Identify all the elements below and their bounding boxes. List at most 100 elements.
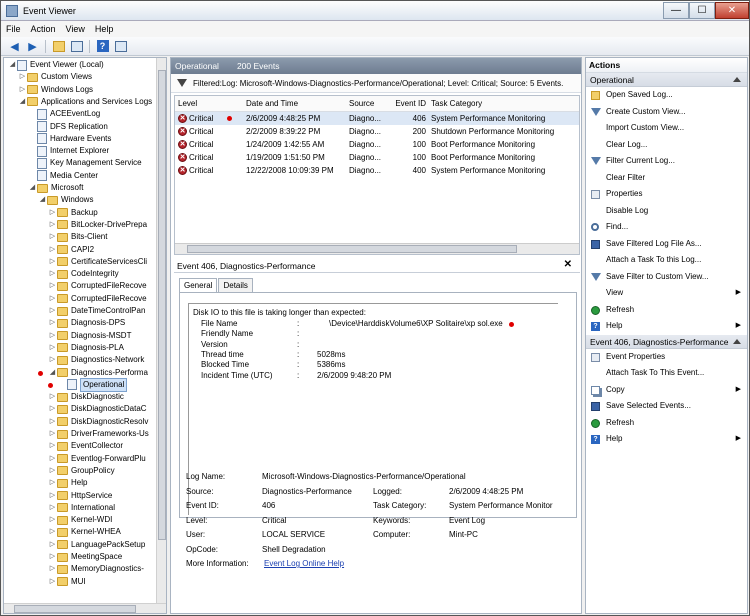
action-filter-current-log[interactable]: Filter Current Log... <box>586 153 747 170</box>
expand-arrow-right-icon[interactable]: ▷ <box>48 416 57 428</box>
tree-item[interactable]: ▷ HttpService <box>48 490 112 502</box>
event-log-online-help-link[interactable]: Event Log Online Help <box>264 559 344 568</box>
tree-item[interactable]: ▷ CorruptedFileRecove <box>48 293 147 305</box>
action-event-properties[interactable]: Event Properties <box>586 349 747 366</box>
expand-arrow-right-icon[interactable]: ▷ <box>48 453 57 465</box>
expand-arrow-right-icon[interactable]: ▷ <box>48 403 57 415</box>
action-disable-log[interactable]: Disable Log <box>586 203 747 220</box>
column-header-date[interactable]: Date and Time <box>243 99 346 108</box>
expand-arrow-right-icon[interactable]: ▷ <box>48 354 57 366</box>
expand-arrow-down-icon[interactable]: ◢ <box>48 367 57 379</box>
column-header-event-id[interactable]: Event ID <box>390 99 428 108</box>
action-save-selected-events[interactable]: Save Selected Events... <box>586 398 747 415</box>
action-save-filter-to-custom-view[interactable]: Save Filter to Custom View... <box>586 269 747 286</box>
tree-item-selected[interactable]: Operational <box>58 377 128 392</box>
grid-horizontal-scrollbar[interactable] <box>175 243 579 254</box>
action-help[interactable]: ? Help ▶ <box>586 318 747 335</box>
tree-item[interactable]: ▷ CAPI2 <box>48 244 94 256</box>
expand-arrow-right-icon[interactable]: ▷ <box>48 391 57 403</box>
expand-arrow-right-icon[interactable]: ▷ <box>48 231 57 243</box>
expand-arrow-right-icon[interactable]: ▷ <box>48 490 57 502</box>
tree-item[interactable]: ▷ International <box>48 502 115 514</box>
tab-details[interactable]: Details <box>218 278 253 292</box>
action-refresh[interactable]: Refresh <box>586 415 747 432</box>
action-refresh[interactable]: Refresh <box>586 302 747 319</box>
expand-arrow-down-icon[interactable]: ◢ <box>8 59 17 71</box>
menu-action[interactable]: Action <box>26 24 61 34</box>
tree-item[interactable]: ▷ Backup <box>48 207 98 219</box>
event-row[interactable]: ✕ Critical 2/2/2009 8:39:22 PM Diagno... 200… <box>175 125 579 138</box>
back-arrow-icon[interactable]: ◀ <box>7 39 22 53</box>
expand-arrow-right-icon[interactable]: ▷ <box>48 526 57 538</box>
expand-arrow-right-icon[interactable]: ▷ <box>48 551 57 563</box>
help-icon[interactable]: ? <box>95 39 110 53</box>
forward-arrow-icon[interactable]: ▶ <box>25 39 40 53</box>
tree-vertical-scrollbar[interactable] <box>156 58 166 603</box>
tree-horizontal-scrollbar[interactable] <box>4 603 166 613</box>
column-header-level[interactable]: Level <box>175 99 243 108</box>
expand-arrow-right-icon[interactable]: ▷ <box>48 576 57 588</box>
tree-item[interactable]: ▷ Custom Views <box>18 71 92 83</box>
tree-item[interactable]: ▷ DriverFrameworks-Us <box>48 428 149 440</box>
expand-arrow-right-icon[interactable]: ▷ <box>48 465 57 477</box>
action-help[interactable]: ? Help ▶ <box>586 431 747 448</box>
tab-general[interactable]: General <box>179 278 218 293</box>
menu-view[interactable]: View <box>61 24 90 34</box>
expand-arrow-right-icon[interactable]: ▷ <box>48 502 57 514</box>
expand-arrow-down-icon[interactable]: ◢ <box>28 182 37 194</box>
action-attach-a-task-to-this-log[interactable]: Attach a Task To this Log... <box>586 252 747 269</box>
tree-item[interactable]: ◢ Applications and Services Logs <box>18 96 152 108</box>
expand-arrow-right-icon[interactable]: ▷ <box>48 514 57 526</box>
expand-arrow-right-icon[interactable]: ▷ <box>48 539 57 551</box>
expand-arrow-right-icon[interactable]: ▷ <box>48 293 57 305</box>
tree-item[interactable]: ▷ MUI <box>48 576 86 588</box>
action-save-filtered-log-file-as[interactable]: Save Filtered Log File As... <box>586 236 747 253</box>
expand-arrow-right-icon[interactable]: ▷ <box>18 71 27 83</box>
tree-item[interactable]: ▷ Kernel-WDI <box>48 514 112 526</box>
expand-arrow-right-icon[interactable]: ▷ <box>48 268 57 280</box>
close-detail-icon[interactable]: ✕ <box>564 259 572 270</box>
menu-file[interactable]: File <box>1 24 26 34</box>
expand-arrow-right-icon[interactable]: ▷ <box>48 440 57 452</box>
column-header-source[interactable]: Source <box>346 99 390 108</box>
tree-item[interactable]: DFS Replication <box>28 121 108 133</box>
action-copy[interactable]: Copy ▶ <box>586 382 747 399</box>
tree-item[interactable]: ▷ BitLocker-DrivePrepa <box>48 219 147 231</box>
action-find[interactable]: Find... <box>586 219 747 236</box>
maximize-button[interactable]: ☐ <box>689 2 715 19</box>
tree-item[interactable]: ACEEventLog <box>28 108 100 120</box>
console-icon[interactable] <box>113 39 128 53</box>
expand-arrow-right-icon[interactable]: ▷ <box>48 428 57 440</box>
action-view[interactable]: View ▶ <box>586 285 747 302</box>
expand-arrow-right-icon[interactable]: ▷ <box>48 477 57 489</box>
expand-arrow-right-icon[interactable]: ▷ <box>48 342 57 354</box>
expand-arrow-right-icon[interactable]: ▷ <box>18 84 27 96</box>
tree-item[interactable]: ▷ Diagnostics-Network <box>48 354 144 366</box>
event-message-box[interactable]: Disk IO to this file is taking longer th… <box>188 303 558 515</box>
tree-item[interactable]: ▷ CorruptedFileRecove <box>48 280 147 292</box>
expand-arrow-right-icon[interactable]: ▷ <box>48 244 57 256</box>
tree-item[interactable]: ▷ Diagnosis-PLA <box>48 342 124 354</box>
tree-item[interactable]: ▷ LanguagePackSetup <box>48 539 145 551</box>
close-button[interactable]: ✕ <box>715 2 749 19</box>
event-row[interactable]: ✕ Critical 1/19/2009 1:51:50 PM Diagno... 10… <box>175 151 579 164</box>
column-header-task-category[interactable]: Task Category <box>428 99 578 108</box>
event-row[interactable]: ✕ Critical 1/24/2009 1:42:55 AM Diagno... 10… <box>175 138 579 151</box>
tree-item[interactable]: ▷ DiskDiagnosticDataC <box>48 403 147 415</box>
actions-section-event[interactable]: Event 406, Diagnostics-Performance <box>586 334 747 349</box>
up-folder-icon[interactable] <box>51 39 66 53</box>
action-clear-log[interactable]: Clear Log... <box>586 137 747 154</box>
tree-item[interactable]: Hardware Events <box>28 133 111 145</box>
tree-item[interactable]: Media Center <box>28 170 98 182</box>
tree-item[interactable]: ▷ CodeIntegrity <box>48 268 119 280</box>
tree-item[interactable]: ▷ MemoryDiagnostics- <box>48 563 144 575</box>
tree-item[interactable]: ▷ Bits-Client <box>48 231 107 243</box>
tree-item[interactable]: ▷ DiskDiagnosticResolv <box>48 416 148 428</box>
action-properties[interactable]: Properties <box>586 186 747 203</box>
expand-arrow-right-icon[interactable]: ▷ <box>48 330 57 342</box>
tree-item[interactable]: ▷ GroupPolicy <box>48 465 115 477</box>
tree-item[interactable]: ▷ Diagnosis-DPS <box>48 317 125 329</box>
expand-arrow-right-icon[interactable]: ▷ <box>48 305 57 317</box>
expand-arrow-right-icon[interactable]: ▷ <box>48 317 57 329</box>
tree-item[interactable]: ◢ Windows <box>38 194 93 206</box>
